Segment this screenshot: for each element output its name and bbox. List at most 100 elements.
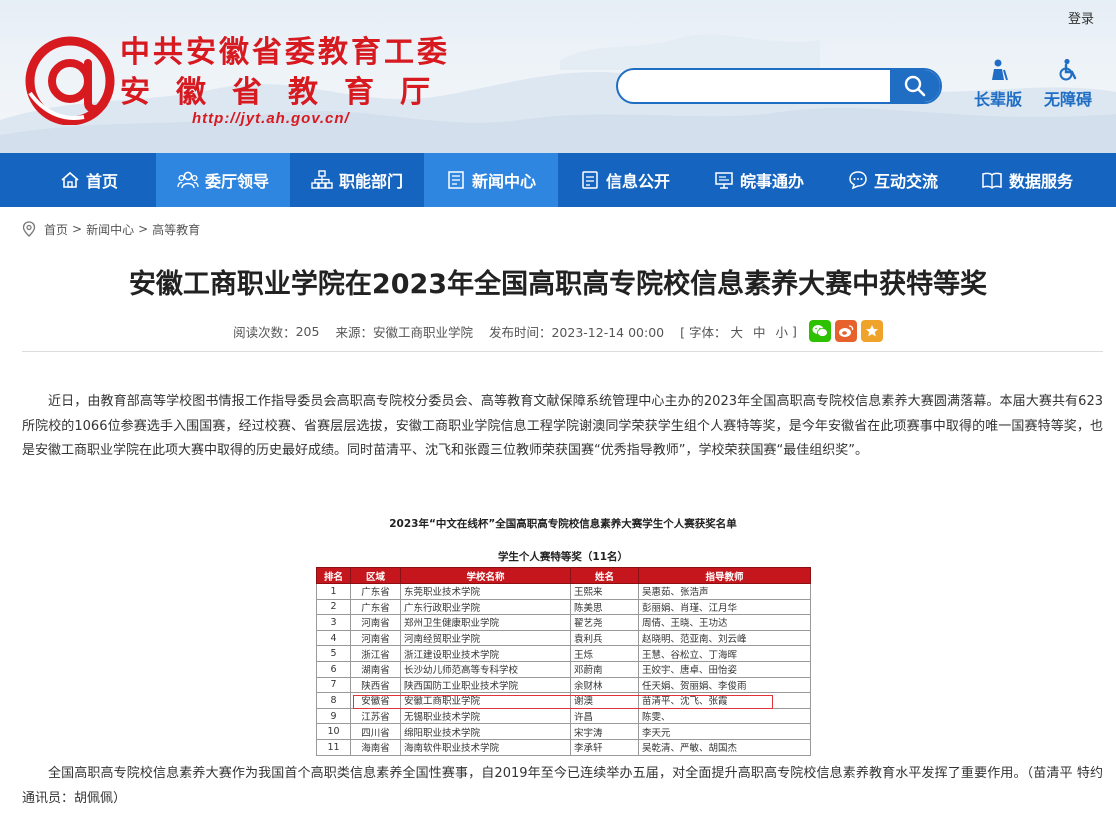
wechat-icon bbox=[812, 325, 828, 337]
cell-advisor: 苗清平、沈飞、张霞 bbox=[638, 692, 811, 709]
service-icon bbox=[715, 172, 733, 189]
nav-item-interaction[interactable]: 互动交流 bbox=[826, 153, 960, 207]
award-list-caption: 2023年“中文在线杯”全国高职高专院校信息素养大赛学生个人赛获奖名单 bbox=[389, 518, 737, 530]
table-row: 1 广东省 东莞职业技术学院 王熙来 吴惠茹、张浩声 bbox=[316, 583, 811, 600]
header-rank: 排名 bbox=[316, 567, 351, 584]
cell-school: 河南经贸职业学院 bbox=[400, 629, 571, 647]
header-region: 区域 bbox=[350, 567, 401, 584]
nav-label: 信息公开 bbox=[605, 172, 670, 191]
cell-advisor: 周倩、王晓、王功达 bbox=[638, 614, 811, 631]
cell-school: 郑州卫生健康职业学院 bbox=[400, 614, 571, 631]
add-favorite-button[interactable] bbox=[860, 320, 883, 342]
cell-school: 海南软件职业技术学院 bbox=[400, 738, 571, 756]
font-medium-button[interactable]: 中 bbox=[753, 322, 766, 341]
cell-rank: 2 bbox=[316, 598, 351, 616]
cell-region: 江苏省 bbox=[350, 707, 401, 725]
cell-region: 广东省 bbox=[350, 583, 401, 600]
award-table-header: 排名 区域 学校名称 姓名 指导教师 bbox=[316, 567, 811, 584]
cell-school: 陕西国防工业职业技术学院 bbox=[400, 676, 571, 694]
table-row: 2 广东省 广东行政职业学院 陈美思 彭丽娟、肖瑾、江月华 bbox=[316, 598, 811, 616]
search-button[interactable] bbox=[890, 70, 940, 102]
site-header: 中共安徽省委教育工委 安徽省教育厅 http://jyt.ah.gov.cn/ … bbox=[0, 0, 1116, 153]
article-source: 来源：安徽工商职业学院 bbox=[335, 324, 473, 340]
table-row: 10 四川省 绵阳职业技术学院 宋宇涛 李天元 bbox=[316, 723, 811, 740]
cell-name: 宋宇涛 bbox=[570, 723, 639, 740]
search-box bbox=[616, 68, 942, 104]
nav-item-home[interactable]: 首页 bbox=[22, 153, 156, 207]
cell-school: 浙江建设职业技术学院 bbox=[400, 645, 571, 662]
cell-rank: 8 bbox=[316, 692, 351, 709]
cell-rank: 9 bbox=[316, 707, 351, 725]
cell-school: 东莞职业技术学院 bbox=[400, 583, 571, 600]
cell-advisor: 王慧、谷松立、丁海晖 bbox=[638, 645, 811, 662]
breadcrumb-higher-education[interactable]: 高等教育 bbox=[152, 221, 200, 238]
share-weibo-button[interactable] bbox=[834, 320, 857, 342]
nav-item-leaders[interactable]: 委厅领导 bbox=[156, 153, 290, 207]
article-meta: 阅读次数： 205 来源：安徽工商职业学院 发布时间：2023-12-14 00… bbox=[0, 318, 1116, 344]
elder-icon bbox=[992, 59, 1008, 81]
site-url: http://jyt.ah.gov.cn/ bbox=[192, 110, 350, 127]
views-label: 阅读次数： bbox=[233, 324, 296, 340]
share-wechat-button[interactable] bbox=[808, 320, 831, 342]
cell-region: 四川省 bbox=[350, 723, 401, 740]
font-large-button[interactable]: 大 bbox=[730, 322, 743, 341]
leaders-icon bbox=[177, 171, 199, 189]
accessibility-label: 无障碍 bbox=[1043, 90, 1092, 109]
cell-region: 河南省 bbox=[350, 629, 401, 647]
article-paragraph-2: 全国高职高专院校信息素养大赛作为我国首个高职类信息素养全国性赛事，自2019年至… bbox=[22, 766, 1103, 806]
cell-advisor: 王姣宇、唐卓、田怡姿 bbox=[638, 660, 811, 678]
elder-mode-button[interactable]: 长辈版 bbox=[966, 58, 1030, 110]
cell-advisor: 赵晓明、范亚南、刘云峰 bbox=[638, 629, 811, 647]
award-list-image: 2023年“中文在线杯”全国高职高专院校信息素养大赛学生个人赛获奖名单 学生个人… bbox=[316, 512, 811, 758]
cell-name: 李承轩 bbox=[570, 738, 639, 756]
cell-name: 许昌 bbox=[570, 707, 639, 725]
main-nav: 首页 委厅领导 职能部门 新闻中心 信息公开 皖事通办 互动交流 数据服务 bbox=[0, 153, 1116, 207]
cell-rank: 4 bbox=[316, 629, 351, 647]
cell-rank: 7 bbox=[316, 676, 351, 694]
nav-item-departments[interactable]: 职能部门 bbox=[290, 153, 424, 207]
table-row: 11 海南省 海南软件职业技术学院 李承轩 吴乾清、严敏、胡国杰 bbox=[316, 738, 811, 756]
nav-label: 职能部门 bbox=[338, 172, 403, 191]
favorite-icon bbox=[865, 325, 878, 337]
header-name: 姓名 bbox=[570, 567, 639, 584]
cell-region: 广东省 bbox=[350, 598, 401, 616]
cell-advisor: 任天娟、贺丽娟、李俊雨 bbox=[638, 676, 811, 694]
cell-advisor: 彭丽娟、肖瑾、江月华 bbox=[638, 598, 811, 616]
org-chart-icon bbox=[311, 170, 333, 189]
header-school: 学校名称 bbox=[400, 567, 571, 584]
meta-divider bbox=[22, 351, 1103, 352]
login-link[interactable]: 登录 bbox=[1068, 8, 1094, 27]
publish-time: 发布时间：2023-12-14 00:00 bbox=[488, 324, 665, 340]
cell-region: 安徽省 bbox=[350, 692, 401, 709]
cell-rank: 11 bbox=[316, 738, 351, 756]
article-paragraph-1: 近日，由教育部高等学校图书情报工作指导委员会高职高专院校分委员会、高等教育文献保… bbox=[22, 394, 1103, 458]
cell-school: 广东行政职业学院 bbox=[400, 598, 571, 616]
nav-label: 互动交流 bbox=[873, 172, 938, 191]
org-name: 中共安徽省委教育工委 bbox=[120, 35, 450, 70]
nav-item-news[interactable]: 新闻中心 bbox=[424, 153, 558, 207]
breadcrumb-home[interactable]: 首页 bbox=[44, 221, 68, 238]
accessibility-icon bbox=[1059, 58, 1077, 81]
cell-name: 袁利兵 bbox=[570, 629, 639, 647]
font-small-button[interactable]: 小 bbox=[776, 322, 789, 341]
table-row: 6 湖南省 长沙幼儿师范高等专科学校 邓蔚南 王姣宇、唐卓、田怡姿 bbox=[316, 660, 811, 678]
breadcrumb-separator: > bbox=[138, 222, 149, 236]
location-pin-icon bbox=[22, 221, 36, 237]
cell-region: 河南省 bbox=[350, 614, 401, 631]
font-size-label: [ 字体： bbox=[680, 324, 727, 340]
nav-item-services[interactable]: 皖事通办 bbox=[692, 153, 826, 207]
search-input[interactable] bbox=[618, 70, 894, 102]
nav-item-info-disclosure[interactable]: 信息公开 bbox=[558, 153, 692, 207]
header-advisor: 指导教师 bbox=[638, 567, 811, 584]
elder-mode-label: 长辈版 bbox=[973, 90, 1022, 109]
award-list-subcaption: 学生个人赛特等奖（11名） bbox=[497, 551, 629, 563]
article-title: 安徽工商职业学院在2023年全国高职高专院校信息素养大赛中获特等奖 bbox=[128, 269, 988, 300]
cell-name: 邓蔚南 bbox=[570, 660, 639, 678]
nav-item-data-service[interactable]: 数据服务 bbox=[960, 153, 1094, 207]
accessibility-button[interactable]: 无障碍 bbox=[1036, 58, 1100, 110]
cell-rank: 10 bbox=[316, 723, 351, 740]
cell-name: 王烁 bbox=[570, 645, 639, 662]
cell-region: 海南省 bbox=[350, 738, 401, 756]
breadcrumb-news-center[interactable]: 新闻中心 bbox=[86, 221, 134, 238]
nav-label: 皖事通办 bbox=[739, 172, 804, 191]
